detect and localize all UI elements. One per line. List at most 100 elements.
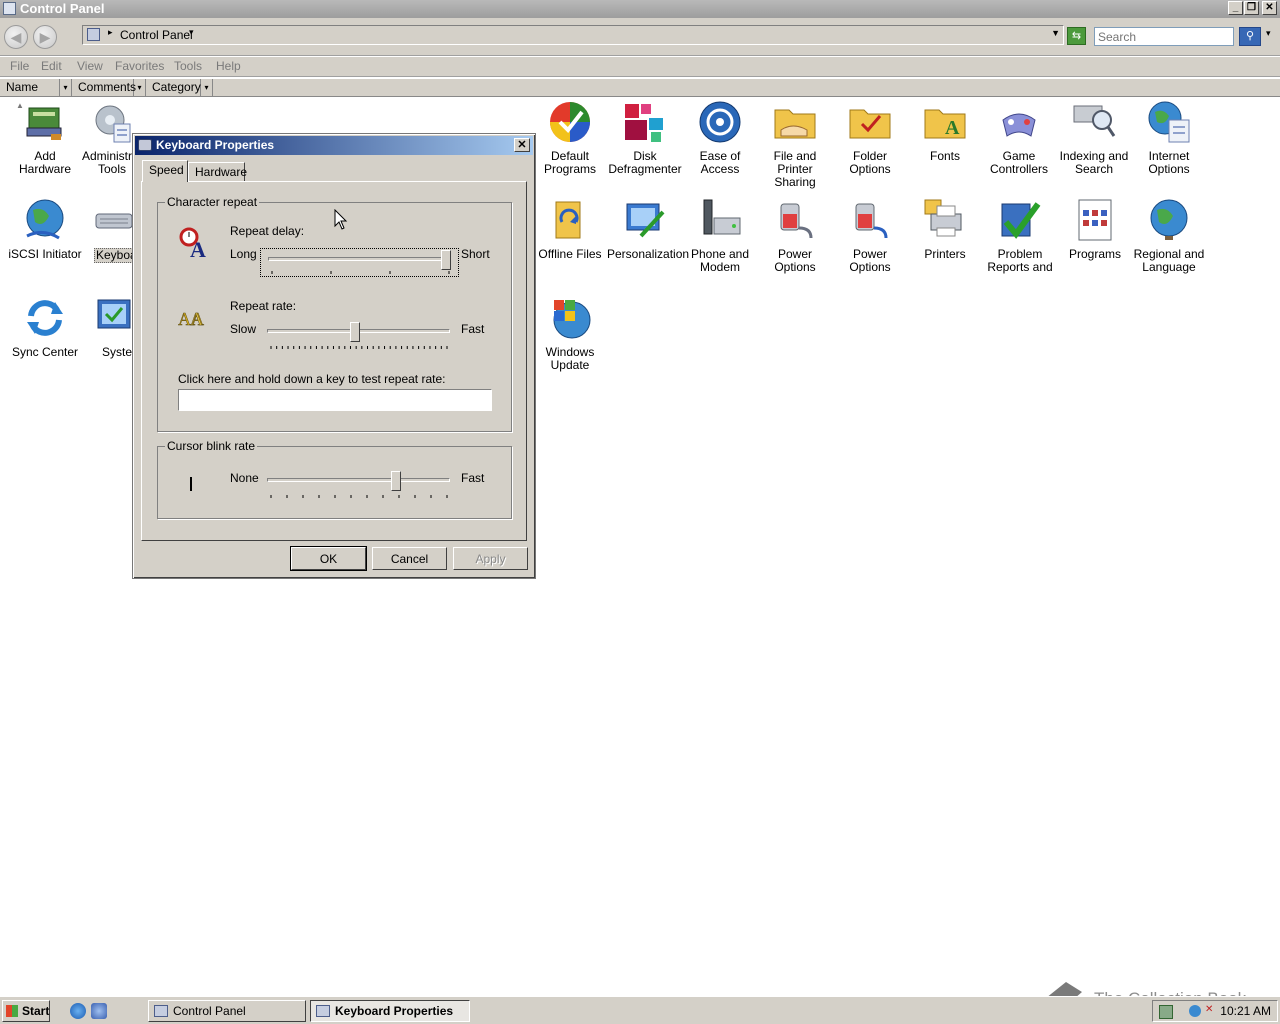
cp-item-label: Sync Center — [11, 345, 79, 359]
cp-item-offline-files[interactable]: Offline Files — [532, 198, 608, 261]
menu-bar: File Edit View Favorites Tools Help — [0, 57, 1280, 77]
repeat-rate-thumb[interactable] — [349, 322, 360, 342]
ok-button[interactable]: OK — [290, 546, 367, 571]
cp-item-ease-of-access[interactable]: Ease of Access — [682, 100, 758, 176]
taskbar-keyboard-properties[interactable]: Keyboard Properties — [310, 1000, 470, 1022]
repeat-rate-slider[interactable] — [260, 321, 459, 351]
column-name[interactable]: Name ▲ — [0, 79, 60, 110]
close-button[interactable]: ✕ — [1262, 1, 1277, 15]
cp-item-disk-defragmenter[interactable]: Disk Defragmenter — [607, 100, 683, 176]
cp-item-programs[interactable]: Programs — [1057, 198, 1133, 261]
address-box[interactable]: ▸ Control Panel ▾ ▼ — [82, 25, 1064, 45]
cp-item-folder-options[interactable]: Folder Options — [832, 100, 908, 176]
column-comments[interactable]: Comments — [72, 79, 136, 96]
column-name-dropdown[interactable]: ▾ — [60, 79, 72, 96]
network-icon[interactable] — [1159, 1005, 1173, 1019]
cp-item-power-options-1[interactable]: Power Options — [757, 198, 833, 274]
cp-item-file-printer-sharing[interactable]: File and Printer Sharing — [757, 100, 833, 189]
refresh-button[interactable]: ⇆ — [1067, 27, 1086, 45]
start-button[interactable]: Start — [2, 1000, 50, 1022]
volume-muted-icon[interactable]: ✕ — [1205, 1004, 1213, 1015]
keyboard-icon — [138, 139, 152, 151]
search-button[interactable]: ⚲ — [1239, 27, 1261, 46]
menu-tools[interactable]: Tools — [174, 59, 202, 73]
cp-item-personalization[interactable]: Personalization — [607, 198, 689, 261]
menu-help[interactable]: Help — [216, 59, 241, 73]
keyboard-properties-dialog: Keyboard Properties ✕ Speed Hardware Cha… — [132, 133, 536, 579]
cursor-blink-slider[interactable] — [260, 470, 459, 500]
folder-options-icon — [848, 100, 892, 144]
repeat-rate-min-label: Slow — [230, 322, 257, 336]
repeat-delay-max-label: Short — [461, 247, 490, 261]
cp-item-label: Folder Options — [849, 149, 891, 176]
column-comments-dropdown[interactable]: ▾ — [134, 79, 146, 96]
cp-item-label: Keyboard — [94, 248, 132, 263]
breadcrumb-dropdown-icon[interactable]: ▾ — [189, 27, 194, 38]
cp-item-windows-update[interactable]: Windows Update — [532, 296, 608, 372]
tab-speed[interactable]: Speed — [142, 160, 188, 182]
repeat-delay-thumb[interactable] — [441, 250, 451, 270]
repeat-delay-label: Repeat delay: — [230, 224, 305, 238]
column-category-dropdown[interactable]: ▾ — [201, 79, 213, 96]
cp-item-label: Fonts — [929, 149, 960, 163]
search-dropdown-icon[interactable]: ▾ — [1266, 28, 1271, 39]
printer-icon — [923, 198, 967, 242]
search-input[interactable] — [1098, 29, 1228, 44]
menu-edit[interactable]: Edit — [41, 59, 62, 73]
cp-item-add-hardware[interactable]: Add Hardware — [7, 100, 83, 176]
cp-item-label: Power Options — [774, 247, 816, 274]
address-dropdown-icon[interactable]: ▼ — [1051, 28, 1060, 38]
menu-favorites[interactable]: Favorites — [115, 59, 164, 73]
column-category[interactable]: Category — [146, 79, 201, 96]
cursor-blink-min-label: None — [230, 471, 259, 485]
cp-item-keyboard[interactable]: Keyboard — [82, 198, 132, 263]
cursor-blink-thumb[interactable] — [391, 471, 402, 491]
breadcrumb-path[interactable]: Control Panel — [120, 28, 193, 42]
tab-hardware[interactable]: Hardware — [188, 162, 247, 181]
search-box[interactable] — [1094, 27, 1234, 46]
globe-icon[interactable] — [1189, 1005, 1201, 1017]
apply-button[interactable]: Apply — [453, 547, 528, 570]
test-repeat-input[interactable] — [178, 389, 492, 411]
cp-item-system[interactable]: System — [82, 296, 132, 359]
cp-item-fonts[interactable]: A Fonts — [907, 100, 983, 163]
ease-of-access-icon — [698, 100, 742, 144]
cp-item-problem-reports[interactable]: Problem Reports and — [982, 198, 1058, 274]
menu-file[interactable]: File — [10, 59, 29, 73]
cp-item-printers[interactable]: Printers — [907, 198, 983, 261]
minimize-button[interactable]: _ — [1228, 1, 1243, 15]
menu-view[interactable]: View — [77, 59, 103, 73]
restore-button[interactable]: ❐ — [1244, 1, 1259, 15]
cp-item-power-options-2[interactable]: Power Options — [832, 198, 908, 274]
taskbar-control-panel[interactable]: Control Panel — [148, 1000, 306, 1022]
cp-item-internet-options[interactable]: Internet Options — [1131, 100, 1207, 176]
indexing-search-icon — [1072, 100, 1116, 144]
forward-button[interactable]: ▶ — [33, 25, 57, 49]
repeat-delay-slider[interactable] — [260, 248, 459, 277]
dialog-close-button[interactable]: ✕ — [514, 138, 530, 152]
cp-item-label: Add Hardware — [18, 149, 72, 176]
server-manager-icon[interactable] — [91, 1003, 107, 1019]
cp-item-game-controllers[interactable]: Game Controllers — [981, 100, 1057, 176]
cp-item-phone-modem[interactable]: Phone and Modem — [682, 198, 758, 274]
internet-explorer-icon[interactable] — [70, 1003, 86, 1019]
cp-item-sync-center[interactable]: Sync Center — [7, 296, 83, 359]
cp-item-iscsi-initiator[interactable]: iSCSI Initiator — [7, 198, 83, 261]
repeat-delay-ticks — [271, 271, 450, 274]
cp-item-indexing-search[interactable]: Indexing and Search — [1056, 100, 1132, 176]
cursor-blink-track — [267, 478, 450, 482]
cancel-button[interactable]: Cancel — [372, 547, 447, 570]
repeat-rate-ticks — [270, 346, 448, 349]
dialog-title-bar[interactable]: Keyboard Properties ✕ — [135, 136, 533, 155]
regional-globe-icon — [1147, 198, 1191, 242]
system-icon — [96, 296, 132, 340]
breadcrumb-arrow-icon[interactable]: ▸ — [108, 27, 113, 38]
cp-item-default-programs[interactable]: Default Programs — [532, 100, 608, 176]
task-label: Keyboard Properties — [335, 1004, 454, 1018]
windows-update-icon — [548, 296, 592, 340]
cp-item-regional-language[interactable]: Regional and Language — [1131, 198, 1207, 274]
windows-logo-icon — [6, 1005, 18, 1017]
clock[interactable]: 10:21 AM — [1220, 1004, 1271, 1018]
start-label: Start — [22, 1004, 50, 1018]
back-button[interactable]: ◀ — [4, 25, 28, 49]
